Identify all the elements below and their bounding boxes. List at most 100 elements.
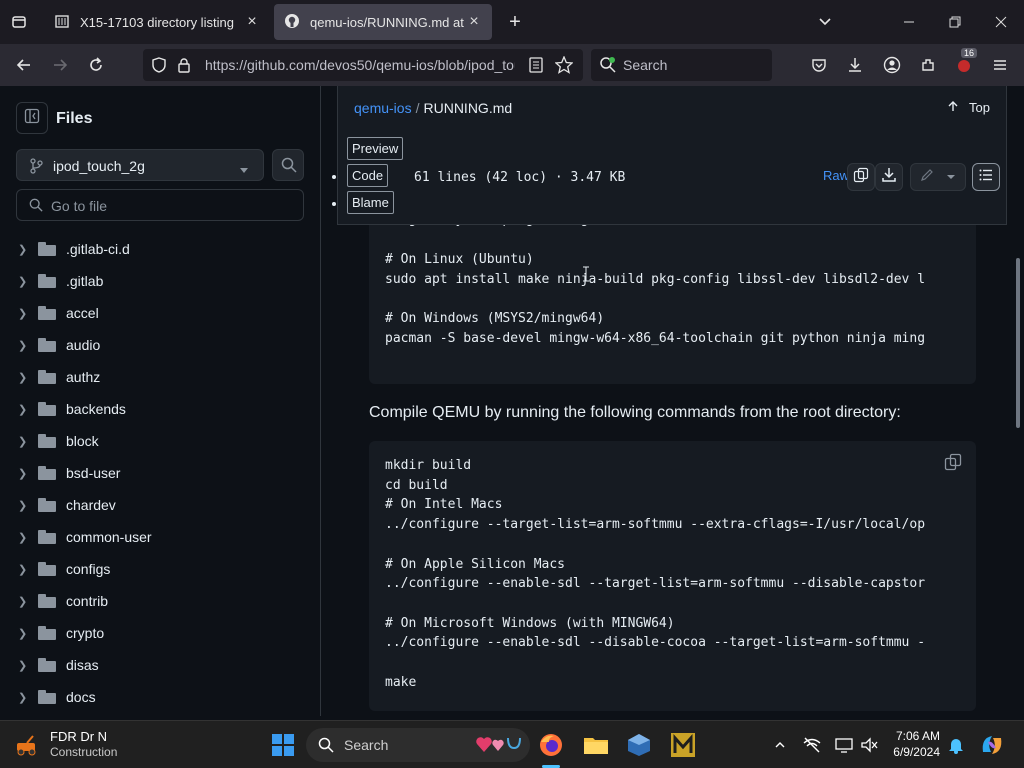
back-arrow-icon[interactable] [11, 52, 37, 78]
extensions-icon[interactable] [915, 52, 941, 78]
chevron-right-icon[interactable]: ❯ [18, 659, 32, 672]
chevron-right-icon[interactable]: ❯ [18, 243, 32, 256]
new-tab-icon[interactable]: + [502, 9, 528, 35]
chevron-up-icon[interactable] [766, 731, 794, 759]
forward-arrow-icon[interactable] [47, 52, 73, 78]
top-button[interactable]: Top [947, 100, 990, 115]
virtualbox-icon[interactable] [625, 731, 653, 759]
hearts-stethoscope-icon [474, 734, 524, 761]
tree-item-folder[interactable]: ❯ contrib [0, 585, 320, 617]
repo-link[interactable]: qemu-ios [354, 100, 412, 116]
account-icon[interactable] [879, 52, 905, 78]
download-icon [881, 167, 897, 188]
tree-item-folder[interactable]: ❯ backends [0, 393, 320, 425]
tree-item-folder[interactable]: ❯ disas [0, 649, 320, 681]
chevron-right-icon[interactable]: ❯ [18, 499, 32, 512]
tab-running-md[interactable]: qemu-ios/RUNNING.md at ipod × [274, 4, 492, 40]
tree-item-folder[interactable]: ❯ .gitlab [0, 265, 320, 297]
copy-raw-button[interactable] [847, 163, 875, 191]
text-cursor-icon [582, 266, 590, 287]
clock-date[interactable]: 6/9/2024 [888, 745, 940, 759]
restore-icon[interactable] [932, 0, 978, 44]
code-button[interactable]: Code [347, 164, 389, 187]
chevron-right-icon[interactable]: ❯ [18, 403, 32, 416]
raw-button[interactable]: Raw [823, 168, 849, 183]
volume-muted-icon[interactable] [856, 731, 884, 759]
folder-icon [38, 370, 56, 384]
url-text[interactable]: https://github.com/devos50/qemu-ios/blob… [205, 57, 515, 73]
tree-item-folder[interactable]: ❯ .gitlab-ci.d [0, 233, 320, 265]
tab-directory-listing[interactable]: X15-17103 directory listing × [44, 4, 270, 40]
tree-item-folder[interactable]: ❯ block [0, 425, 320, 457]
shield-icon[interactable] [151, 57, 167, 78]
network-off-icon[interactable] [798, 731, 826, 759]
edit-file-button[interactable] [910, 163, 966, 191]
tree-item-folder[interactable]: ❯ configs [0, 553, 320, 585]
construction-weather-icon[interactable] [12, 731, 40, 759]
tree-item-folder[interactable]: ❯ chardev [0, 489, 320, 521]
search-files-button[interactable] [272, 149, 304, 181]
file-explorer-icon[interactable] [582, 731, 610, 759]
collapse-sidebar-button[interactable] [16, 102, 48, 134]
firefox-icon[interactable] [537, 731, 565, 759]
weather-title[interactable]: FDR Dr N [50, 729, 107, 744]
blame-button[interactable]: Blame [347, 191, 394, 214]
page-scrollbar[interactable] [1016, 258, 1020, 428]
folder-icon [38, 594, 56, 608]
tree-item-folder[interactable]: ❯ audio [0, 329, 320, 361]
weather-subtitle[interactable]: Construction [50, 745, 117, 759]
taskbar-search-box[interactable]: Search [306, 728, 530, 762]
go-to-file-input[interactable] [51, 196, 291, 216]
tree-item-label: contrib [66, 593, 109, 609]
tree-item-folder[interactable]: ❯ authz [0, 361, 320, 393]
chevron-right-icon[interactable]: ❯ [18, 307, 32, 320]
url-bar[interactable]: https://github.com/devos50/qemu-ios/blob… [143, 49, 583, 81]
chevron-right-icon[interactable]: ❯ [18, 435, 32, 448]
windows-start-icon[interactable] [269, 731, 297, 759]
tree-item-folder[interactable]: ❯ crypto [0, 617, 320, 649]
arrow-up-icon [947, 100, 963, 115]
list-tabs-chevron-icon[interactable] [812, 9, 838, 35]
chevron-right-icon[interactable]: ❯ [18, 627, 32, 640]
preview-button[interactable]: Preview [347, 137, 404, 160]
outline-button[interactable] [972, 163, 1000, 191]
chevron-right-icon[interactable]: ❯ [18, 531, 32, 544]
tree-item-folder[interactable]: ❯ docs [0, 681, 320, 713]
reload-icon[interactable] [83, 52, 109, 78]
close-window-icon[interactable] [978, 0, 1024, 44]
tree-item-folder[interactable]: ❯ accel [0, 297, 320, 329]
display-icon[interactable] [830, 731, 858, 759]
downloads-icon[interactable] [842, 52, 868, 78]
tree-item-folder[interactable]: ❯ common-user [0, 521, 320, 553]
lock-icon[interactable] [177, 57, 191, 78]
chevron-right-icon[interactable]: ❯ [18, 339, 32, 352]
copilot-icon[interactable] [978, 731, 1006, 759]
close-tab-icon[interactable]: × [244, 13, 260, 31]
download-raw-button[interactable] [875, 163, 903, 191]
close-tab-icon[interactable]: × [466, 13, 482, 31]
branch-selector[interactable]: ipod_touch_2g [16, 149, 264, 181]
pocket-icon[interactable] [806, 52, 832, 78]
tree-item-folder[interactable]: ❯ bsd-user [0, 457, 320, 489]
code-line: ../configure --enable-sdl --target-list=… [385, 576, 926, 592]
hamburger-menu-icon[interactable] [987, 52, 1013, 78]
tab-overview-icon[interactable] [6, 9, 32, 35]
chevron-right-icon[interactable]: ❯ [18, 371, 32, 384]
chevron-right-icon[interactable]: ❯ [18, 467, 32, 480]
tree-item-label: .gitlab-ci.d [66, 241, 130, 257]
go-to-file-field[interactable] [16, 189, 304, 221]
folder-icon [38, 306, 56, 320]
reader-view-icon[interactable] [529, 57, 543, 78]
chevron-right-icon[interactable]: ❯ [18, 563, 32, 576]
minimize-icon[interactable] [886, 0, 932, 44]
browser-search-bar[interactable]: Search [591, 49, 772, 81]
addon-badge-icon[interactable]: 16 [951, 48, 978, 78]
chevron-right-icon[interactable]: ❯ [18, 595, 32, 608]
bookmark-star-icon[interactable] [554, 55, 574, 79]
clock-time[interactable]: 7:06 AM [892, 729, 940, 743]
copy-icon[interactable] [944, 453, 962, 476]
notification-bell-icon[interactable] [942, 731, 970, 759]
metro-m-icon[interactable] [669, 731, 697, 759]
chevron-right-icon[interactable]: ❯ [18, 691, 32, 704]
chevron-right-icon[interactable]: ❯ [18, 275, 32, 288]
